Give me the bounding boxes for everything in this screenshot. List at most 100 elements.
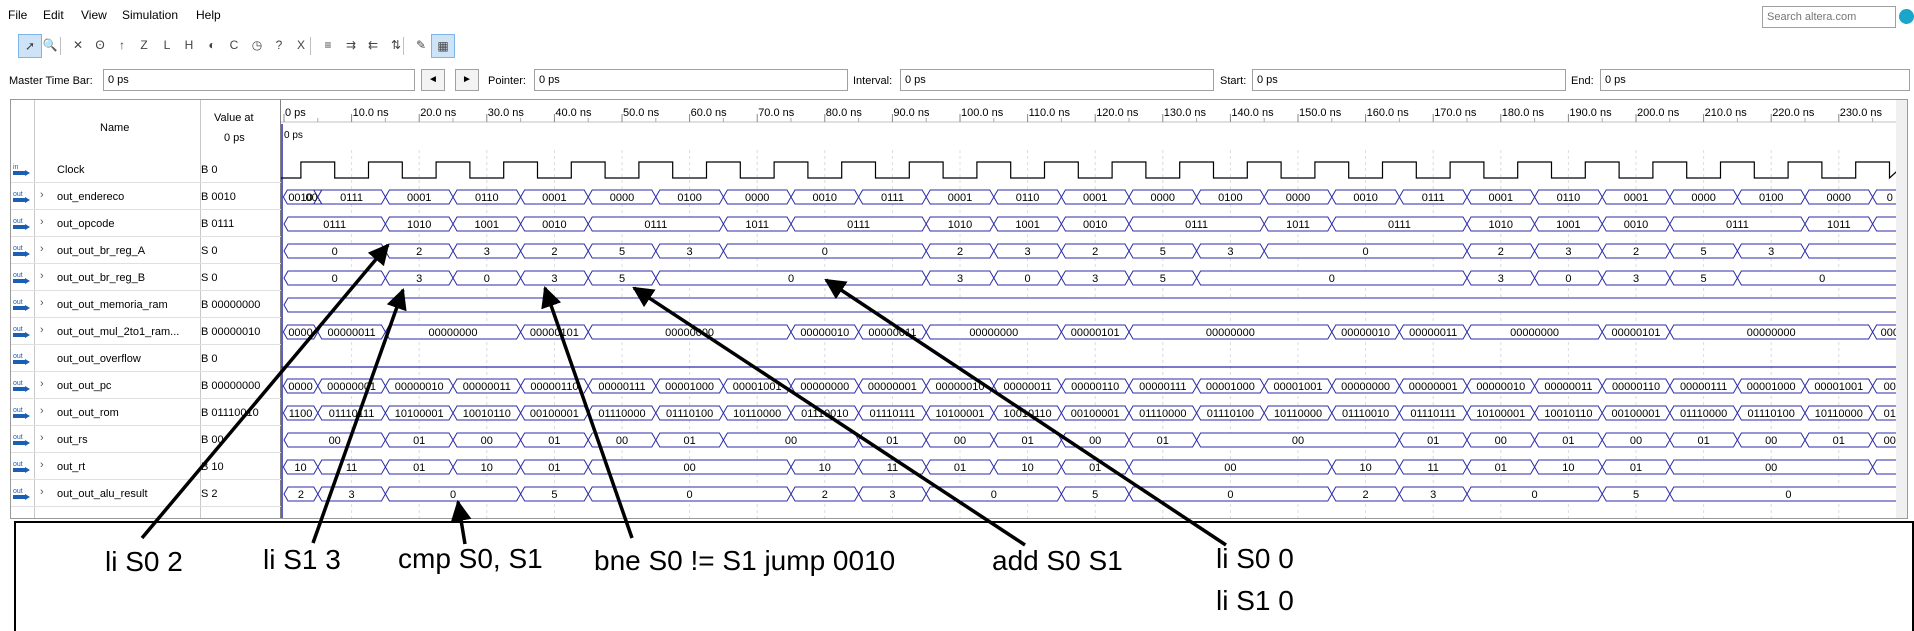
start-field[interactable]: 0 ps [1252,69,1566,91]
output-pin-icon: out [13,378,31,392]
bus-value: 00 [1765,435,1777,447]
ruler-label: 50.0 ns [623,107,660,119]
overwrite-icon[interactable]: ✎ [409,34,433,58]
group-icon[interactable]: ⇉ [339,34,363,58]
menu-help[interactable]: Help [196,8,221,22]
bus-value: 5 [619,273,625,285]
bus-value: 01 [1562,435,1574,447]
bus-value: 00 [1224,462,1236,474]
signal-row[interactable]: out › out_rs B 00 [11,427,281,453]
high-impedance-icon[interactable]: Z [132,34,156,58]
signal-row[interactable]: in Clock B 0 [11,157,281,183]
menu-file[interactable]: File [8,8,27,22]
bus-value: 00000000 [1510,327,1559,339]
vertical-scrollbar[interactable] [1896,100,1907,518]
bus-value: 00000111 [598,381,645,393]
master-time-bar-field[interactable]: 0 ps [103,69,415,91]
bus-value: 0000 [1827,192,1851,204]
signal-row[interactable]: out › out_rt B 10 [11,454,281,480]
bus-value: 3 [1430,489,1436,501]
expand-chevron-icon[interactable]: › [40,243,44,255]
forcing-high-icon[interactable]: ↑ [110,34,134,58]
next-transition-button[interactable]: ► [455,69,479,91]
ruler-label: 230.0 ns [1840,107,1883,119]
interval-field: 0 ps [900,69,1214,91]
bus-value: 10 [294,462,306,474]
menu-view[interactable]: View [81,8,107,22]
expand-chevron-icon[interactable]: › [40,486,44,498]
bus-value: 01 [1833,435,1845,447]
random-value-icon[interactable]: ? [267,34,291,58]
grid-icon[interactable]: ▦ [431,34,455,58]
bus-value: 00 [1765,462,1777,474]
bus-value: 2 [1092,246,1098,258]
ungroup-icon[interactable]: ⇇ [361,34,385,58]
ruler-label: 0 ps [285,107,306,119]
bus-value: 01 [1427,435,1439,447]
sort-icon[interactable]: ⇅ [384,34,408,58]
globe-icon[interactable] [1899,9,1914,24]
ruler-label: 210.0 ns [1705,107,1748,119]
weak-high-icon[interactable]: H [177,34,201,58]
signal-row[interactable]: out › out_out_br_reg_B S 0 [11,265,281,291]
svg-text:out: out [13,245,23,252]
expand-chevron-icon[interactable]: › [40,297,44,309]
search-input[interactable] [1762,6,1896,28]
snap-to-grid-icon[interactable]: ≡ [316,34,340,58]
signal-value: B 00000010 [201,326,261,338]
signal-value: B 0010 [201,191,236,203]
waveform-area[interactable]: 0 ps 10.0 ns 20.0 ns 30.0 ns 40.0 ns 50.0 ns 6… [281,100,1907,518]
ruler-label: 60.0 ns [691,107,728,119]
bus-value: 0111 [1422,192,1445,204]
output-pin-icon: out [13,324,31,338]
expand-chevron-icon[interactable]: › [40,324,44,336]
bus-value: 0111 [847,219,870,231]
zoom-tool-icon[interactable]: 🔍 [38,34,62,58]
bus-value: 00000110 [1612,381,1660,393]
bus-value: 0 [1025,273,1031,285]
ruler-label: 110.0 ns [1029,107,1071,119]
expand-chevron-icon[interactable]: › [40,405,44,417]
expand-chevron-icon[interactable]: › [40,432,44,444]
signal-row[interactable]: out › out_out_memoria_ram B 00000000 [11,292,281,318]
invert-icon[interactable]: ◐ [200,34,224,58]
signal-row[interactable]: out › out_out_mul_2to1_ram... B 00000010 [11,319,281,345]
signal-row[interactable]: out › out_out_rom B 01110010 [11,400,281,426]
signal-value: B 00000000 [201,299,261,311]
uninitialized-icon[interactable]: ✕ [66,34,90,58]
svg-text:out: out [13,191,23,198]
waveform-canvas[interactable]: 0 ps 10.0 ns 20.0 ns 30.0 ns 40.0 ns 50.0 ns 6… [281,100,1907,518]
bus-value: 01110010 [801,408,848,420]
bus-value: 01110100 [1748,408,1795,420]
expand-chevron-icon[interactable]: › [40,216,44,228]
bus-value: 3 [1092,273,1098,285]
expand-chevron-icon[interactable]: › [40,189,44,201]
weak-low-icon[interactable]: L [155,34,179,58]
expand-chevron-icon[interactable]: › [40,378,44,390]
count-value-icon[interactable]: C [222,34,246,58]
signal-row[interactable]: out › out_out_br_reg_A S 0 [11,238,281,264]
bus-value: 0 [1532,489,1538,501]
expand-chevron-icon[interactable]: › [40,270,44,282]
bus-value: 00001000 [1206,381,1255,393]
bus-value: 0000 [288,327,312,339]
signal-row[interactable]: out out_out_overflow B 0 [11,346,281,372]
value-at-header[interactable]: Value at [214,112,254,124]
bus-value: 2 [1633,246,1639,258]
bus-value: 00 [329,435,341,447]
name-column-header[interactable]: Name [100,122,129,134]
signal-row[interactable]: out › out_out_alu_result S 2 [11,481,281,507]
forcing-low-icon[interactable]: ʘ [88,34,112,58]
signal-row[interactable]: out › out_out_pc B 00000000 [11,373,281,399]
bus-value: 5 [1160,246,1166,258]
end-field[interactable]: 0 ps [1600,69,1910,91]
signal-row[interactable]: out › out_opcode B 0111 [11,211,281,237]
expand-chevron-icon[interactable]: › [40,459,44,471]
prev-transition-button[interactable]: ◄ [421,69,445,91]
end-label: End: [1571,75,1594,87]
menu-simulation[interactable]: Simulation [122,8,178,22]
bus-value: 01 [548,435,560,447]
menu-edit[interactable]: Edit [43,8,64,22]
signal-row[interactable]: out › out_endereco B 0010 [11,184,281,210]
clock-value-icon[interactable]: ◷ [245,34,269,58]
